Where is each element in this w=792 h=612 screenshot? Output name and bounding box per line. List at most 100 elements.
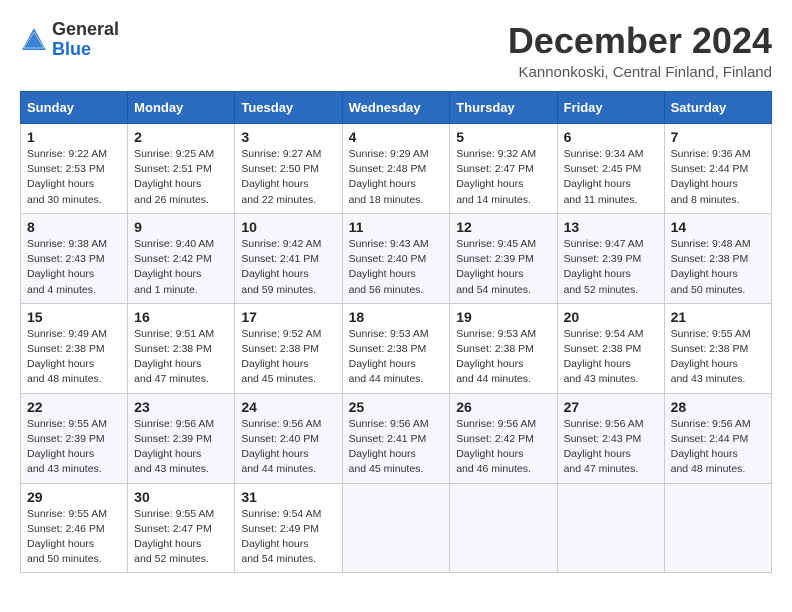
sunset-text: Sunset: 2:41 PM: [349, 433, 427, 445]
sunrise-text: Sunrise: 9:55 AM: [27, 418, 107, 430]
sunrise-text: Sunrise: 9:34 AM: [564, 148, 644, 160]
calendar-cell: 13Sunrise: 9:47 AMSunset: 2:39 PMDayligh…: [557, 213, 664, 303]
daylight-label: Daylight hours: [241, 448, 308, 460]
day-detail: Sunrise: 9:56 AMSunset: 2:43 PMDaylight …: [564, 417, 658, 478]
day-number: 12: [456, 219, 550, 235]
daylight-duration: and 44 minutes.: [349, 373, 424, 385]
calendar-cell: 23Sunrise: 9:56 AMSunset: 2:39 PMDayligh…: [128, 393, 235, 483]
sunrise-text: Sunrise: 9:38 AM: [27, 238, 107, 250]
sunset-text: Sunset: 2:40 PM: [349, 253, 427, 265]
daylight-label: Daylight hours: [27, 358, 94, 370]
sunset-text: Sunset: 2:46 PM: [27, 523, 105, 535]
sunrise-text: Sunrise: 9:47 AM: [564, 238, 644, 250]
calendar-cell: [664, 483, 771, 573]
sunset-text: Sunset: 2:47 PM: [456, 163, 534, 175]
day-detail: Sunrise: 9:53 AMSunset: 2:38 PMDaylight …: [349, 327, 444, 388]
sunset-text: Sunset: 2:43 PM: [564, 433, 642, 445]
weekday-header: Thursday: [450, 92, 557, 124]
daylight-duration: and 48 minutes.: [671, 463, 746, 475]
calendar-cell: 2Sunrise: 9:25 AMSunset: 2:51 PMDaylight…: [128, 124, 235, 214]
calendar-cell: 7Sunrise: 9:36 AMSunset: 2:44 PMDaylight…: [664, 124, 771, 214]
daylight-label: Daylight hours: [564, 268, 631, 280]
daylight-duration: and 43 minutes.: [134, 463, 209, 475]
daylight-duration: and 43 minutes.: [27, 463, 102, 475]
sunrise-text: Sunrise: 9:22 AM: [27, 148, 107, 160]
calendar-table: SundayMondayTuesdayWednesdayThursdayFrid…: [20, 91, 772, 573]
sunset-text: Sunset: 2:50 PM: [241, 163, 319, 175]
sunrise-text: Sunrise: 9:54 AM: [564, 328, 644, 340]
calendar-cell: 26Sunrise: 9:56 AMSunset: 2:42 PMDayligh…: [450, 393, 557, 483]
day-detail: Sunrise: 9:55 AM Sunset: 2:39 PM Daylight …: [27, 417, 121, 478]
sunset-text: Sunset: 2:49 PM: [241, 523, 319, 535]
day-detail: Sunrise: 9:55 AMSunset: 2:47 PMDaylight …: [134, 507, 228, 568]
sunset-text: Sunset: 2:39 PM: [27, 433, 105, 445]
daylight-duration: and 52 minutes.: [564, 284, 639, 296]
day-detail: Sunrise: 9:25 AMSunset: 2:51 PMDaylight …: [134, 147, 228, 208]
calendar-week-row: 29Sunrise: 9:55 AMSunset: 2:46 PMDayligh…: [21, 483, 772, 573]
day-detail: Sunrise: 9:29 AMSunset: 2:48 PMDaylight …: [349, 147, 444, 208]
sunset-text: Sunset: 2:38 PM: [671, 253, 749, 265]
daylight-duration: and 11 minutes.: [564, 194, 638, 206]
calendar-cell: 11Sunrise: 9:43 AMSunset: 2:40 PMDayligh…: [342, 213, 450, 303]
daylight-label: Daylight hours: [27, 268, 94, 280]
sunset-text: Sunset: 2:38 PM: [456, 343, 534, 355]
weekday-header: Friday: [557, 92, 664, 124]
daylight-duration: and 14 minutes.: [456, 194, 531, 206]
calendar-cell: 4 Sunrise: 9:29 AMSunset: 2:48 PMDaylight…: [342, 124, 450, 214]
sunrise-text: Sunrise: 9:55 AM: [671, 328, 751, 340]
daylight-label: Daylight hours: [241, 358, 308, 370]
day-detail: Sunrise: 9:56 AMSunset: 2:39 PMDaylight …: [134, 417, 228, 478]
sunset-text: Sunset: 2:45 PM: [564, 163, 642, 175]
day-number: 14: [671, 219, 765, 235]
calendar-cell: 31Sunrise: 9:54 AMSunset: 2:49 PMDayligh…: [235, 483, 342, 573]
day-detail: Sunrise: 9:51 AMSunset: 2:38 PMDaylight …: [134, 327, 228, 388]
day-detail: Sunrise: 9:40 AMSunset: 2:42 PMDaylight …: [134, 237, 228, 298]
daylight-duration: and 45 minutes.: [349, 463, 424, 475]
day-detail: Sunrise: 9:53 AMSunset: 2:38 PMDaylight …: [456, 327, 550, 388]
day-number: 5: [456, 129, 550, 145]
sunrise-text: Sunrise: 9:53 AM: [456, 328, 536, 340]
weekday-header: Tuesday: [235, 92, 342, 124]
daylight-duration: and 8 minutes.: [671, 194, 740, 206]
daylight-duration: and 44 minutes.: [456, 373, 531, 385]
sunset-text: Sunset: 2:43 PM: [27, 253, 105, 265]
weekday-header: Monday: [128, 92, 235, 124]
day-detail: Sunrise: 9:55 AMSunset: 2:46 PMDaylight …: [27, 507, 121, 568]
location-title: Kannonkoski, Central Finland, Finland: [508, 64, 772, 81]
day-detail: Sunrise: 9:22 AMSunset: 2:53 PMDaylight …: [27, 147, 121, 208]
day-number: 21: [671, 309, 765, 325]
daylight-label: Daylight hours: [27, 448, 94, 460]
title-block: December 2024 Kannonkoski, Central Finla…: [508, 20, 772, 81]
sunrise-text: Sunrise: 9:52 AM: [241, 328, 321, 340]
daylight-label: Daylight hours: [134, 268, 201, 280]
day-number: 28: [671, 399, 765, 415]
daylight-duration: and 59 minutes.: [241, 284, 316, 296]
day-detail: Sunrise: 9:48 AMSunset: 2:38 PMDaylight …: [671, 237, 765, 298]
calendar-cell: 9Sunrise: 9:40 AMSunset: 2:42 PMDaylight…: [128, 213, 235, 303]
day-number: 4: [349, 129, 444, 145]
day-number: 8: [27, 219, 121, 235]
day-detail: Sunrise: 9:38 AM Sunset: 2:43 PM Daylight …: [27, 237, 121, 298]
calendar-week-row: 1Sunrise: 9:22 AMSunset: 2:53 PMDaylight…: [21, 124, 772, 214]
daylight-label: Daylight hours: [134, 178, 201, 190]
day-detail: Sunrise: 9:47 AMSunset: 2:39 PMDaylight …: [564, 237, 658, 298]
weekday-header-row: SundayMondayTuesdayWednesdayThursdayFrid…: [21, 92, 772, 124]
sunrise-text: Sunrise: 9:32 AM: [456, 148, 536, 160]
daylight-duration: and 43 minutes.: [671, 373, 746, 385]
calendar-cell: 3Sunrise: 9:27 AMSunset: 2:50 PMDaylight…: [235, 124, 342, 214]
day-detail: Sunrise: 9:42 AMSunset: 2:41 PMDaylight …: [241, 237, 335, 298]
sunrise-text: Sunrise: 9:27 AM: [241, 148, 321, 160]
logo-text: General Blue: [52, 20, 119, 60]
sunrise-text: Sunrise: 9:53 AM: [349, 328, 429, 340]
calendar-cell: 28Sunrise: 9:56 AMSunset: 2:44 PMDayligh…: [664, 393, 771, 483]
calendar-cell: [342, 483, 450, 573]
daylight-label: Daylight hours: [27, 538, 94, 550]
calendar-cell: [557, 483, 664, 573]
sunrise-text: Sunrise: 9:29 AM: [349, 148, 429, 160]
header: General Blue December 2024 Kannonkoski, …: [20, 20, 772, 81]
daylight-label: Daylight hours: [27, 178, 94, 190]
calendar-cell: 22Sunrise: 9:55 AMSunset: 2:39 PMDayligh…: [21, 393, 128, 483]
calendar-cell: 21Sunrise: 9:55 AMSunset: 2:38 PMDayligh…: [664, 303, 771, 393]
daylight-label: Daylight hours: [241, 178, 308, 190]
calendar-week-row: 8 Sunrise: 9:38 AM Sunset: 2:43 PM Daylight…: [21, 213, 772, 303]
